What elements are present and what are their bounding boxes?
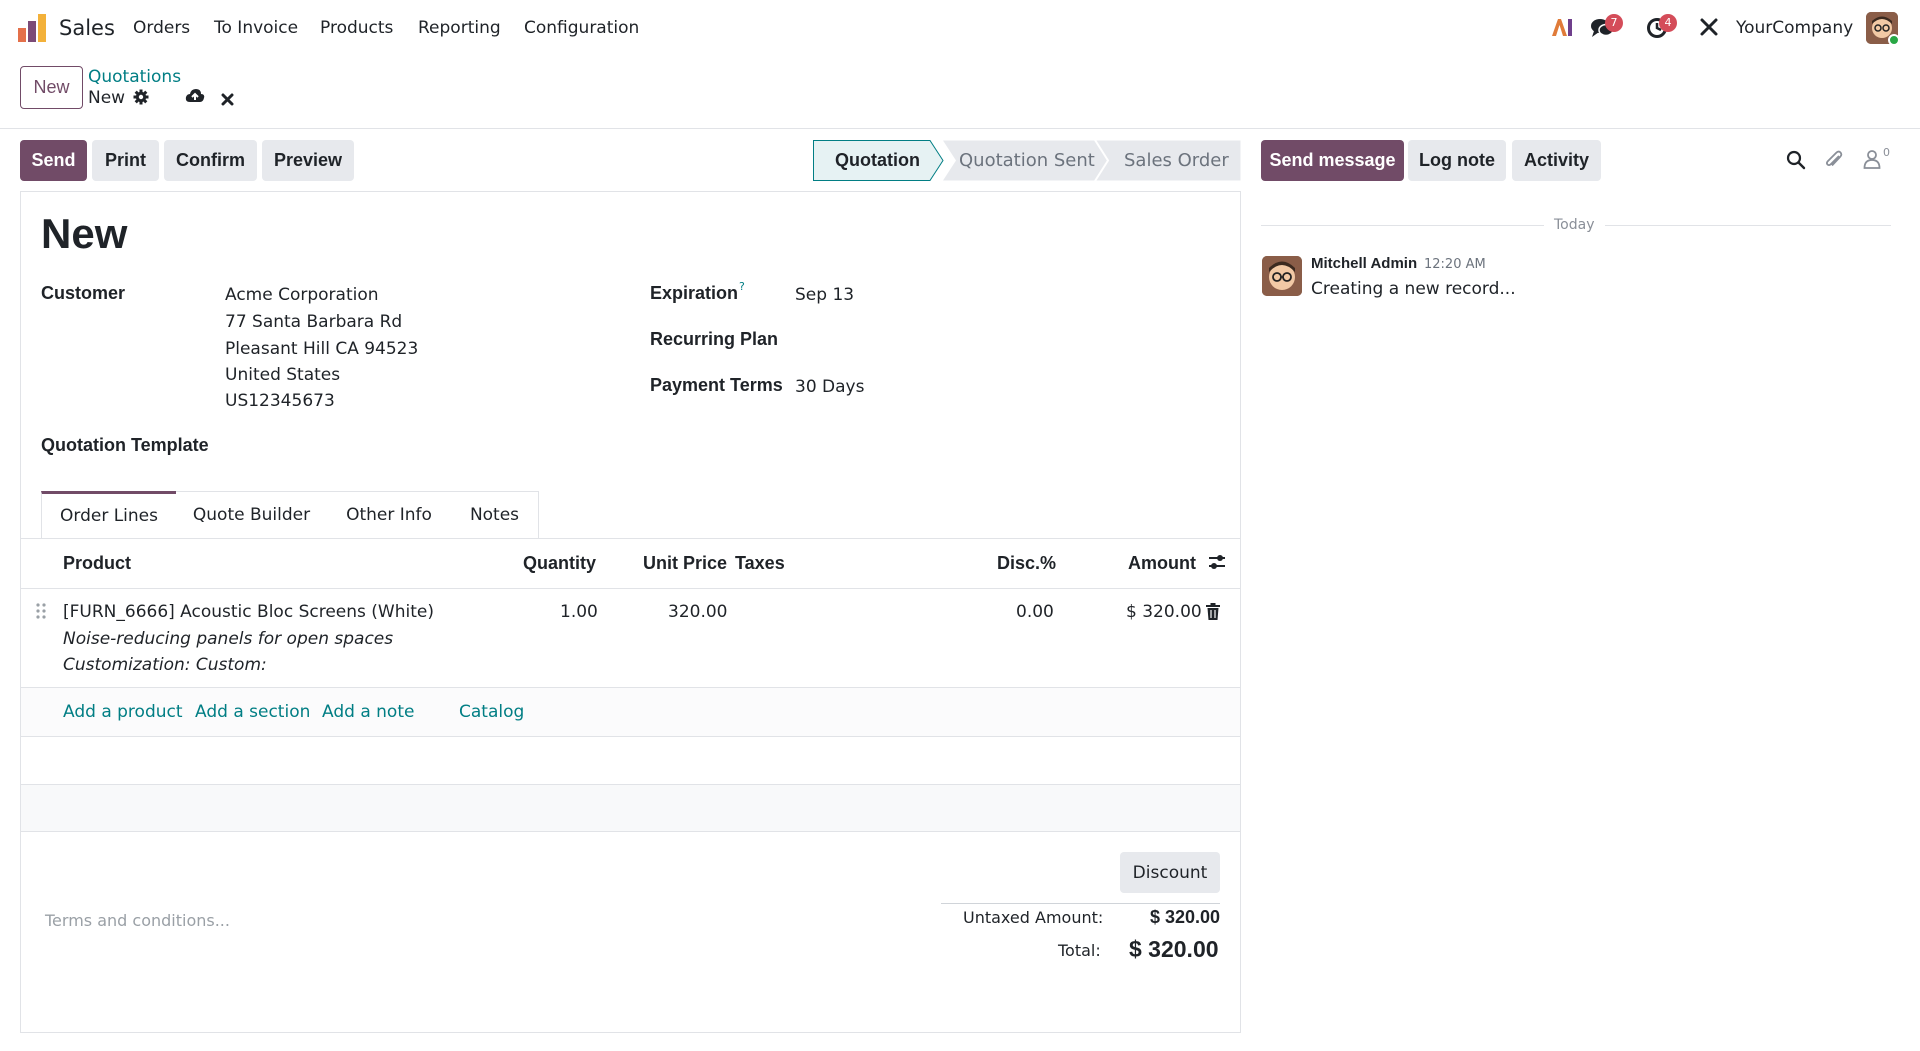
expiration-label: Expiration [650,283,739,303]
line-quantity[interactable]: 1.00 [560,602,598,622]
activities-badge: 4 [1659,14,1677,32]
message-author-avatar[interactable] [1262,256,1302,296]
page-title: New [41,210,128,257]
followers-count: 0 [1883,146,1890,159]
message-time: 12:20 AM [1424,257,1486,272]
tab-quote-builder[interactable]: Quote Builder [176,491,328,538]
column-quantity[interactable]: Quantity [523,553,596,574]
tools-icon[interactable] [1699,17,1719,42]
paperclip-icon[interactable] [1824,149,1844,176]
tab-notes[interactable]: Notes [451,491,539,538]
payment-terms-field[interactable]: 30 Days [795,377,864,397]
save-cloud-icon[interactable] [185,88,205,109]
customer-country: United States [225,365,341,385]
status-quotation-sent[interactable]: Quotation Sent [959,140,1095,181]
breadcrumb-current: New [88,88,126,108]
header-divider [20,588,1241,589]
line-amount: $ 320.00 [1126,602,1202,622]
tab-order-lines[interactable]: Order Lines [41,491,177,538]
log-note-button[interactable]: Log note [1408,140,1506,181]
status-bar: Quotation Quotation Sent Sales Order [813,140,1241,181]
menu-products[interactable]: Products [320,18,393,38]
control-panel-divider [0,128,1920,129]
search-icon[interactable] [1786,150,1806,175]
messages-badge: 7 [1605,14,1623,32]
add-note-link[interactable]: Add a note [322,702,414,722]
column-unit-price[interactable]: Unit Price [643,553,727,574]
menu-orders[interactable]: Orders [133,18,190,38]
recurring-plan-label: Recurring Plan [650,329,779,349]
status-quotation[interactable]: Quotation [835,140,920,181]
expiration-help-icon[interactable]: ? [739,280,745,293]
line-unit-price[interactable]: 320.00 [668,602,727,622]
gear-icon[interactable] [133,89,149,110]
messages-icon[interactable]: 7 [1590,14,1623,44]
terms-and-conditions-input[interactable]: Terms and conditions... [45,911,230,930]
tabs-baseline [20,538,1241,539]
preview-button[interactable]: Preview [262,140,354,181]
recurring-plan-field[interactable] [795,328,1215,354]
breadcrumb-quotations[interactable]: Quotations [88,67,181,87]
quotation-template-field[interactable] [225,433,625,459]
message-author[interactable]: Mitchell Admin [1311,255,1417,272]
today-divider-right [1605,225,1891,226]
discount-button[interactable]: Discount [1120,852,1220,893]
empty-row [21,785,1240,831]
total-label: Total: [1058,941,1101,960]
message-body: Creating a new record... [1311,279,1516,299]
online-status-icon [1888,34,1900,46]
customer-street: 77 Santa Barbara Rd [225,312,403,332]
activities-icon[interactable]: 4 [1646,14,1677,44]
line-product[interactable]: [FURN_6666] Acoustic Bloc Screens (White… [63,602,434,622]
menu-configuration[interactable]: Configuration [524,18,639,38]
optional-columns-toggle-icon[interactable] [1208,553,1226,576]
quotation-template-label: Quotation Template [41,435,209,455]
payment-terms-label: Payment Terms [650,375,783,395]
sales-app-icon[interactable] [18,14,48,42]
send-button[interactable]: Send [20,140,87,181]
today-divider-left [1261,225,1544,226]
customer-vat: US12345673 [225,391,335,411]
total-value: $ 320.00 [1129,936,1219,962]
new-record-button[interactable]: New [20,66,83,109]
company-switcher[interactable]: YourCompany [1736,18,1853,38]
line-discount[interactable]: 0.00 [1016,602,1054,622]
top-navbar: Sales Orders To Invoice Products Reporti… [0,0,1920,56]
add-section-link[interactable]: Add a section [195,702,310,722]
status-sales-order[interactable]: Sales Order [1124,140,1229,181]
untaxed-amount-label: Untaxed Amount: [963,908,1104,927]
menu-to-invoice[interactable]: To Invoice [214,18,298,38]
add-product-link[interactable]: Add a product [63,702,183,722]
followers-icon[interactable] [1863,149,1881,174]
column-product[interactable]: Product [63,553,131,574]
column-amount[interactable]: Amount [1128,553,1196,574]
discard-close-icon[interactable] [221,91,234,111]
expiration-field[interactable]: Sep 13 [795,285,854,305]
activity-button[interactable]: Activity [1512,140,1601,181]
empty-row [21,737,1240,784]
totals-divider [941,903,1220,904]
delete-line-trash-icon[interactable] [1206,603,1220,625]
catalog-link[interactable]: Catalog [459,702,524,722]
tab-other-info[interactable]: Other Info [327,491,452,538]
print-button[interactable]: Print [92,140,159,181]
ai-icon[interactable] [1550,16,1574,43]
row-divider [20,831,1241,832]
customer-city: Pleasant Hill CA 94523 [225,339,419,359]
app-name[interactable]: Sales [59,16,115,40]
send-message-button[interactable]: Send message [1261,140,1404,181]
column-taxes[interactable]: Taxes [735,553,785,574]
confirm-button[interactable]: Confirm [164,140,257,181]
customer-name[interactable]: Acme Corporation [225,285,379,305]
drag-handle-icon[interactable] [35,602,47,625]
customer-label: Customer [41,283,126,303]
menu-reporting[interactable]: Reporting [418,18,501,38]
line-customization: Customization: Custom: [63,655,267,675]
untaxed-amount-value: $ 320.00 [1150,907,1221,927]
today-label: Today [1554,217,1595,233]
line-description: Noise-reducing panels for open spaces [63,629,394,649]
column-discount[interactable]: Disc.% [997,553,1056,574]
